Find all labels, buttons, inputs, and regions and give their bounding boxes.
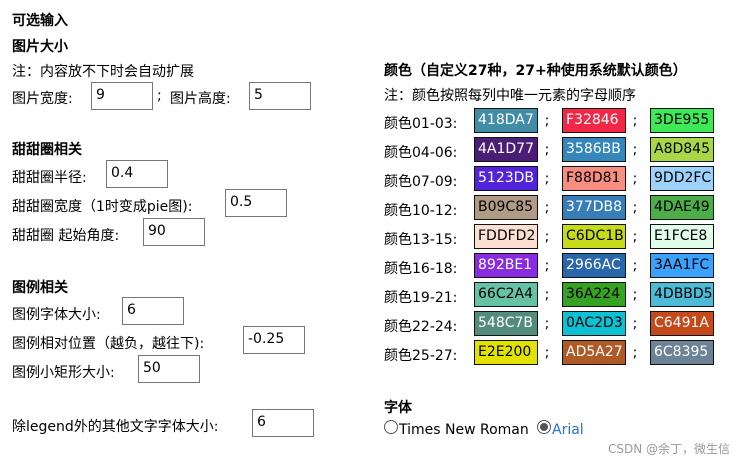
- color-swatch-input[interactable]: E2E200: [474, 340, 538, 365]
- font-option-times-label: Times New Roman: [399, 422, 529, 438]
- color-separator: ;: [632, 258, 638, 274]
- color-swatch-input[interactable]: 2966AC: [562, 253, 626, 278]
- color-swatch-input[interactable]: 5123DB: [474, 166, 538, 191]
- color-separator: ;: [632, 229, 638, 245]
- donut-radius-input[interactable]: 0.4: [106, 160, 168, 188]
- font-heading: 字体: [384, 400, 412, 416]
- other-font-size-label: 除legend外的其他文字字体大小:: [12, 419, 219, 435]
- donut-heading: 甜甜圈相关: [12, 142, 82, 158]
- donut-width-label: 甜甜圈宽度（1时变成pie图):: [12, 199, 193, 215]
- color-separator: ;: [544, 113, 550, 129]
- color-separator: ;: [544, 258, 550, 274]
- color-row-label: 颜色13-15:: [384, 232, 458, 248]
- color-row-label: 颜色22-24:: [384, 319, 458, 335]
- legend-font-size-input[interactable]: 6: [122, 297, 184, 325]
- color-separator: ;: [544, 229, 550, 245]
- colors-note: 注：颜色按照每列中唯一元素的字母顺序: [384, 88, 636, 104]
- other-font-size-input[interactable]: 6: [252, 409, 314, 437]
- optional-input-heading: 可选输入: [12, 13, 68, 29]
- color-swatch-input[interactable]: 4A1D77: [474, 137, 538, 162]
- color-row-label: 颜色04-06:: [384, 145, 458, 161]
- color-swatch-input[interactable]: 548C7B: [474, 311, 538, 336]
- color-row-label: 颜色10-12:: [384, 203, 458, 219]
- color-swatch-input[interactable]: 3DE955: [650, 108, 714, 133]
- color-swatch-input[interactable]: AD5A27: [562, 340, 626, 365]
- donut-radius-label: 甜甜圈半径:: [12, 170, 87, 186]
- color-swatch-input[interactable]: F32846: [562, 108, 626, 133]
- color-separator: ;: [632, 113, 638, 129]
- color-swatch-input[interactable]: 9DD2FC: [650, 166, 714, 191]
- color-swatch-input[interactable]: 3586BB: [562, 137, 626, 162]
- color-row-label: 颜色01-03:: [384, 116, 458, 132]
- color-separator: ;: [632, 142, 638, 158]
- legend-rect-size-input[interactable]: 50: [138, 355, 200, 383]
- color-separator: ;: [544, 287, 550, 303]
- color-row-label: 颜色19-21:: [384, 290, 458, 306]
- color-swatch-input[interactable]: 892BE1: [474, 253, 538, 278]
- color-separator: ;: [632, 316, 638, 332]
- color-swatch-input[interactable]: C6491A: [650, 311, 714, 336]
- font-option-arial-label: Arial: [552, 422, 584, 438]
- color-separator: ;: [544, 316, 550, 332]
- color-separator: ;: [632, 200, 638, 216]
- donut-start-angle-label: 甜甜圈 起始角度:: [12, 228, 120, 244]
- image-height-label: 图片高度:: [170, 91, 231, 107]
- legend-heading: 图例相关: [12, 280, 68, 296]
- color-row-label: 颜色07-09:: [384, 174, 458, 190]
- color-separator: ;: [544, 171, 550, 187]
- color-swatch-input[interactable]: 3AA1FC: [650, 253, 714, 278]
- color-separator: ;: [632, 287, 638, 303]
- color-swatch-input[interactable]: 4DAE49: [650, 195, 714, 220]
- color-swatch-input[interactable]: 0AC2D3: [562, 311, 626, 336]
- color-swatch-input[interactable]: 377DB8: [562, 195, 626, 220]
- color-swatch-input[interactable]: FDDFD2: [474, 224, 538, 249]
- image-width-label: 图片宽度:: [12, 91, 73, 107]
- font-radio-times[interactable]: [384, 420, 398, 434]
- colors-heading: 颜色（自定义27种，27+种使用系统默认颜色）: [384, 63, 687, 79]
- legend-rect-size-label: 图例小矩形大小:: [12, 365, 115, 381]
- color-swatch-input[interactable]: C6DC1B: [562, 224, 626, 249]
- donut-start-angle-input[interactable]: 90: [143, 218, 205, 246]
- image-size-note: 注：内容放不下时会自动扩展: [12, 64, 194, 80]
- donut-width-input[interactable]: 0.5: [225, 189, 287, 217]
- color-row-label: 颜色25-27:: [384, 348, 458, 364]
- legend-font-size-label: 图例字体大小:: [12, 307, 101, 323]
- color-swatch-input[interactable]: 66C2A4: [474, 282, 538, 307]
- image-height-input[interactable]: 5: [249, 82, 311, 110]
- color-separator: ;: [544, 345, 550, 361]
- image-size-separator: ;: [157, 88, 162, 104]
- color-swatch-input[interactable]: F88D81: [562, 166, 626, 191]
- color-separator: ;: [632, 171, 638, 187]
- color-separator: ;: [544, 200, 550, 216]
- legend-position-input[interactable]: -0.25: [243, 326, 305, 354]
- font-radio-arial[interactable]: [537, 420, 551, 434]
- legend-position-label: 图例相对位置（越负，越往下):: [12, 336, 205, 352]
- color-swatch-input[interactable]: 4DBBD5: [650, 282, 714, 307]
- color-swatch-input[interactable]: 418DA7: [474, 108, 538, 133]
- color-swatch-input[interactable]: A8D845: [650, 137, 714, 162]
- color-row-label: 颜色16-18:: [384, 261, 458, 277]
- color-swatch-input[interactable]: B09C85: [474, 195, 538, 220]
- color-swatch-input[interactable]: 36A224: [562, 282, 626, 307]
- color-separator: ;: [544, 142, 550, 158]
- image-width-input[interactable]: 9: [91, 82, 153, 110]
- color-swatch-input[interactable]: 6C8395: [650, 340, 714, 365]
- color-separator: ;: [632, 345, 638, 361]
- image-size-heading: 图片大小: [12, 39, 68, 55]
- color-swatch-input[interactable]: E1FCE8: [650, 224, 714, 249]
- watermark-text: CSDN @余丁，微生信: [608, 442, 731, 456]
